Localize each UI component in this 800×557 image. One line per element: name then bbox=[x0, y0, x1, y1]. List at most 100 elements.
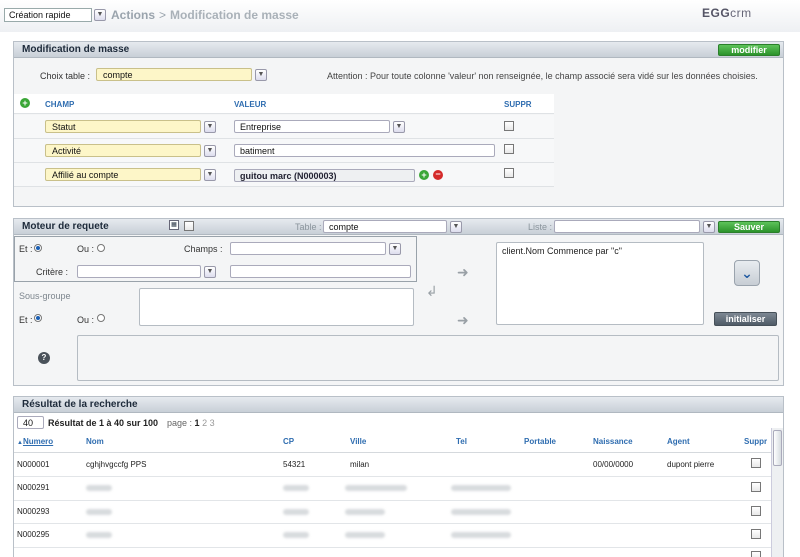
row-suppr-checkbox[interactable] bbox=[751, 529, 761, 539]
col-ville[interactable]: Ville bbox=[350, 437, 366, 446]
blurred-cell bbox=[86, 532, 112, 538]
arrow-right-icon[interactable]: ➜ bbox=[457, 265, 479, 279]
subgroup-text-area[interactable] bbox=[139, 288, 414, 326]
et-radio[interactable] bbox=[34, 244, 42, 252]
col-naissance[interactable]: Naissance bbox=[593, 437, 633, 446]
row-suppr-checkbox[interactable] bbox=[751, 482, 761, 492]
breadcrumb: Actions > Modification de masse bbox=[111, 8, 299, 22]
add-icon[interactable]: + bbox=[419, 170, 429, 180]
cell-numero[interactable]: N000001 bbox=[17, 460, 49, 469]
page-link-1[interactable]: 1 bbox=[195, 418, 200, 428]
valeur-input[interactable]: batiment bbox=[234, 144, 495, 157]
valeur-select[interactable]: Entreprise bbox=[234, 120, 390, 133]
chevron-down-icon[interactable]: ▼ bbox=[204, 145, 216, 157]
help-icon[interactable]: ? bbox=[38, 352, 50, 364]
list-input[interactable] bbox=[554, 220, 700, 233]
chevron-down-icon[interactable]: ⌄ bbox=[734, 260, 760, 286]
chevron-down-icon[interactable]: ▼ bbox=[204, 121, 216, 133]
cell-numero[interactable]: N000295 bbox=[17, 530, 49, 539]
chevron-down-icon[interactable]: ▼ bbox=[703, 221, 715, 233]
col-cp[interactable]: CP bbox=[283, 437, 294, 446]
mass-edit-panel: Modification de masse modifier Choix tab… bbox=[13, 41, 784, 207]
chevron-down-icon[interactable]: ▼ bbox=[450, 221, 462, 233]
row-suppr-checkbox[interactable] bbox=[751, 551, 761, 557]
results-header: Résultat de la recherche bbox=[14, 397, 783, 413]
chevron-down-icon[interactable]: ▼ bbox=[94, 9, 106, 21]
blurred-cell bbox=[345, 509, 385, 515]
col-suppr: Suppr bbox=[744, 437, 768, 446]
results-scrollbar[interactable] bbox=[771, 428, 783, 557]
champs-input[interactable] bbox=[230, 242, 386, 255]
chevron-down-icon[interactable]: ▼ bbox=[204, 169, 216, 181]
table-grid-icon[interactable]: ▦ bbox=[169, 220, 179, 230]
suppr-checkbox[interactable] bbox=[504, 168, 514, 178]
suppr-checkbox[interactable] bbox=[504, 144, 514, 154]
breadcrumb-item-actions[interactable]: Actions bbox=[111, 8, 155, 22]
blurred-cell bbox=[283, 532, 309, 538]
cell-numero[interactable]: N000291 bbox=[17, 483, 49, 492]
ou-radio[interactable] bbox=[97, 244, 105, 252]
row-suppr-checkbox[interactable] bbox=[751, 506, 761, 516]
chevron-down-icon[interactable]: ▼ bbox=[255, 69, 267, 81]
ou-label: Ou : bbox=[77, 244, 95, 254]
choose-table-input[interactable]: compte bbox=[96, 68, 252, 81]
query-output-area[interactable] bbox=[77, 335, 779, 381]
critere-select[interactable] bbox=[77, 265, 201, 278]
col-agent[interactable]: Agent bbox=[667, 437, 690, 446]
chevron-down-icon[interactable]: ▼ bbox=[389, 243, 401, 255]
suppr-checkbox[interactable] bbox=[504, 121, 514, 131]
champ-select[interactable]: Statut bbox=[45, 120, 201, 133]
page-label: page : bbox=[167, 418, 193, 428]
scrollbar-thumb[interactable] bbox=[773, 430, 782, 466]
breadcrumb-separator: > bbox=[159, 8, 167, 22]
warning-text: Attention : Pour toute colonne 'valeur' … bbox=[327, 71, 758, 81]
arrow-right-icon[interactable]: ➜ bbox=[457, 313, 479, 327]
chevron-down-icon[interactable]: ▼ bbox=[204, 266, 216, 278]
remove-icon[interactable]: − bbox=[433, 170, 443, 180]
logo-main: EGG bbox=[702, 6, 731, 20]
mass-edit-title: Modification de masse bbox=[22, 44, 130, 55]
results-table-header bbox=[14, 433, 771, 453]
query-table-input[interactable]: compte bbox=[323, 220, 447, 233]
logo-sub: crm bbox=[730, 6, 752, 20]
valeur-linked-account[interactable]: guitou marc (N000003) bbox=[234, 169, 415, 182]
et-label: Et : bbox=[19, 244, 33, 254]
blurred-cell bbox=[86, 509, 112, 515]
cell-naissance: 00/00/0000 bbox=[593, 460, 634, 469]
cell-numero[interactable]: N000293 bbox=[17, 507, 49, 516]
critere-value-input[interactable] bbox=[230, 265, 411, 278]
arrow-back-icon[interactable]: ↲ bbox=[426, 284, 448, 298]
query-text-area[interactable]: client.Nom Commence par "c" bbox=[496, 242, 704, 325]
champ-select[interactable]: Affilié au compte bbox=[45, 168, 201, 181]
page-link-2[interactable]: 2 bbox=[202, 418, 207, 428]
modify-button[interactable]: modifier bbox=[718, 44, 780, 56]
col-numero[interactable]: ▲Numero bbox=[17, 437, 53, 446]
query-toggle-checkbox[interactable] bbox=[184, 221, 194, 231]
champ-select[interactable]: Activité bbox=[45, 144, 201, 157]
row-suppr-checkbox[interactable] bbox=[751, 458, 761, 468]
page-link-3[interactable]: 3 bbox=[210, 418, 215, 428]
app-logo: EGGcrm bbox=[702, 6, 752, 20]
row-divider bbox=[14, 523, 771, 524]
subgroup-ou-radio[interactable] bbox=[97, 314, 105, 322]
col-tel[interactable]: Tel bbox=[456, 437, 467, 446]
col-portable[interactable]: Portable bbox=[524, 437, 556, 446]
blurred-cell bbox=[283, 485, 309, 491]
chevron-down-icon[interactable]: ▼ bbox=[393, 121, 405, 133]
table-label: Table : bbox=[295, 222, 322, 232]
row-divider bbox=[14, 500, 771, 501]
col-nom[interactable]: Nom bbox=[86, 437, 104, 446]
top-bar: Création rapide ▼ Actions > Modification d… bbox=[0, 0, 800, 32]
subgroup-et-radio[interactable] bbox=[34, 314, 42, 322]
results-summary: Résultat de 1 à 40 sur 100 bbox=[48, 418, 159, 428]
query-panel: Moteur de requete ▦ Table : compte ▼ Lis… bbox=[13, 218, 784, 386]
breadcrumb-item-current: Modification de masse bbox=[170, 8, 299, 22]
per-page-input[interactable]: 40 bbox=[17, 416, 44, 429]
save-button[interactable]: Sauver bbox=[718, 221, 780, 233]
init-button[interactable]: initialiser bbox=[714, 312, 777, 326]
blurred-cell bbox=[283, 509, 309, 515]
cell-nom[interactable]: cghjhvgccfg PPS bbox=[86, 460, 146, 469]
quick-create-select[interactable]: Création rapide bbox=[4, 8, 92, 22]
blurred-cell bbox=[86, 485, 112, 491]
add-row-icon[interactable]: + bbox=[20, 98, 30, 108]
